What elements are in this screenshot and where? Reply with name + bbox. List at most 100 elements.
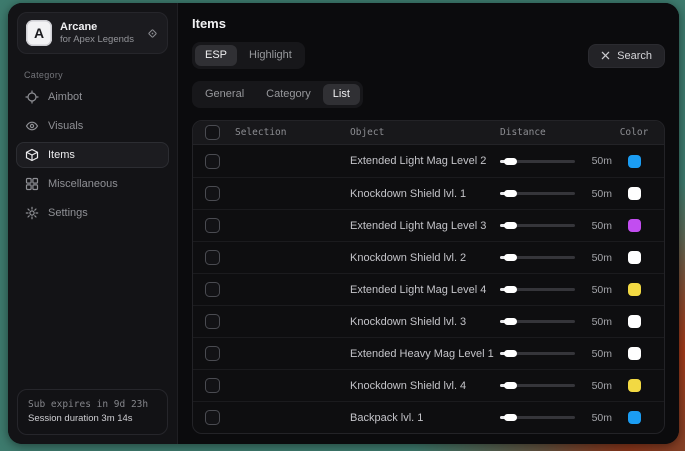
- color-swatch[interactable]: [628, 347, 641, 360]
- distance-cell: 50m: [500, 380, 616, 392]
- distance-slider[interactable]: [500, 384, 575, 387]
- color-swatch[interactable]: [628, 187, 641, 200]
- tab-list[interactable]: List: [323, 84, 360, 105]
- sidebar: A Arcane for Apex Legends Category Aimbo…: [8, 3, 178, 444]
- sidebar-item-miscellaneous[interactable]: Miscellaneous: [16, 171, 169, 197]
- slider-knob[interactable]: [504, 414, 517, 421]
- distance-slider[interactable]: [500, 320, 575, 323]
- sidebar-item-aimbot[interactable]: Aimbot: [16, 84, 169, 110]
- color-swatch[interactable]: [628, 379, 641, 392]
- row-checkbox[interactable]: [205, 378, 220, 393]
- select-all-checkbox[interactable]: [205, 125, 220, 140]
- app-window: A Arcane for Apex Legends Category Aimbo…: [8, 3, 679, 444]
- slider-knob[interactable]: [504, 350, 517, 357]
- sidebar-item-settings[interactable]: Settings: [16, 200, 169, 226]
- distance-cell: 50m: [500, 412, 616, 424]
- sidebar-item-label: Items: [48, 149, 75, 161]
- row-checkbox[interactable]: [205, 346, 220, 361]
- sub-expires-text: Sub expires in 9d 23h: [28, 398, 157, 412]
- search-button[interactable]: Search: [588, 44, 665, 68]
- color-cell: [616, 219, 652, 232]
- color-cell: [616, 187, 652, 200]
- table-row: Extended Light Mag Level 2 50m: [193, 145, 664, 177]
- color-cell: [616, 315, 652, 328]
- object-name: Knockdown Shield lvl. 2: [350, 252, 500, 264]
- sidebar-item-label: Miscellaneous: [48, 178, 118, 190]
- grid-icon: [25, 177, 39, 191]
- sidebar-item-visuals[interactable]: Visuals: [16, 113, 169, 139]
- object-name: Backpack lvl. 1: [350, 412, 500, 424]
- tab-highlight[interactable]: Highlight: [239, 45, 302, 66]
- distance-slider[interactable]: [500, 192, 575, 195]
- object-name: Extended Light Mag Level 4: [350, 284, 500, 296]
- row-checkbox[interactable]: [205, 314, 220, 329]
- row-checkbox[interactable]: [205, 218, 220, 233]
- distance-value: 50m: [584, 188, 612, 200]
- column-header-object: Object: [350, 127, 500, 138]
- app-name: Arcane: [60, 21, 138, 34]
- slider-knob[interactable]: [504, 158, 517, 165]
- color-swatch[interactable]: [628, 283, 641, 296]
- brand-text: Arcane for Apex Legends: [60, 21, 138, 46]
- distance-cell: 50m: [500, 188, 616, 200]
- session-duration-text: Session duration 3m 14s: [28, 412, 157, 426]
- distance-slider[interactable]: [500, 352, 575, 355]
- row-checkbox[interactable]: [205, 410, 220, 425]
- column-header-distance: Distance: [500, 127, 616, 138]
- object-name: Knockdown Shield lvl. 4: [350, 380, 500, 392]
- column-header-selection: Selection: [235, 127, 350, 138]
- slider-knob[interactable]: [504, 190, 517, 197]
- table-row: Extended Heavy Mag Level 150m: [193, 337, 664, 369]
- row-checkbox[interactable]: [205, 250, 220, 265]
- row-checkbox[interactable]: [205, 282, 220, 297]
- slider-knob[interactable]: [504, 286, 517, 293]
- color-cell: [616, 283, 652, 296]
- sidebar-item-items[interactable]: Items: [16, 142, 169, 168]
- eye-icon: [25, 119, 39, 133]
- distance-value: 50m: [584, 412, 612, 424]
- view-tabs: GeneralCategoryList: [192, 81, 363, 108]
- slider-knob[interactable]: [504, 222, 517, 229]
- tab-category[interactable]: Category: [256, 84, 321, 105]
- distance-slider[interactable]: [500, 416, 575, 419]
- distance-cell: 50m: [500, 284, 616, 296]
- sidebar-item-label: Visuals: [48, 120, 83, 132]
- distance-cell: 50m: [500, 252, 616, 264]
- search-button-label: Search: [617, 50, 652, 62]
- app-logo: A: [26, 20, 52, 46]
- subscription-card: Sub expires in 9d 23h Session duration 3…: [17, 389, 168, 435]
- distance-cell: 50m: [500, 316, 616, 328]
- distance-cell: 50m: [500, 348, 616, 360]
- distance-cell: 50m: [500, 220, 616, 232]
- distance-slider[interactable]: [500, 224, 575, 227]
- emblem-icon[interactable]: [146, 27, 159, 40]
- color-swatch[interactable]: [628, 219, 641, 232]
- color-cell: [616, 379, 652, 392]
- brand-card: A Arcane for Apex Legends: [17, 12, 168, 54]
- slider-knob[interactable]: [504, 318, 517, 325]
- distance-value: 50m: [584, 220, 612, 232]
- distance-slider[interactable]: [500, 288, 575, 291]
- toolbar: ESPHighlight Search: [192, 42, 665, 69]
- table-row: Knockdown Shield lvl. 350m: [193, 305, 664, 337]
- object-name: Extended Heavy Mag Level 1: [350, 348, 500, 360]
- color-swatch[interactable]: [628, 155, 641, 168]
- color-cell: [616, 251, 652, 264]
- sidebar-nav: Aimbot Visuals Items Miscellaneous Settings: [8, 84, 177, 226]
- color-swatch[interactable]: [628, 315, 641, 328]
- color-swatch[interactable]: [628, 251, 641, 264]
- distance-slider[interactable]: [500, 256, 575, 259]
- sidebar-item-label: Settings: [48, 207, 88, 219]
- tab-general[interactable]: General: [195, 84, 254, 105]
- box-icon: [25, 148, 39, 162]
- slider-knob[interactable]: [504, 254, 517, 261]
- distance-slider[interactable]: [500, 160, 575, 163]
- color-swatch[interactable]: [628, 411, 641, 424]
- distance-value: 50m: [584, 155, 612, 167]
- slider-knob[interactable]: [504, 382, 517, 389]
- object-name: Extended Light Mag Level 2: [350, 155, 500, 167]
- app-subtitle: for Apex Legends: [60, 34, 138, 46]
- row-checkbox[interactable]: [205, 186, 220, 201]
- row-checkbox[interactable]: [205, 154, 220, 169]
- tab-esp[interactable]: ESP: [195, 45, 237, 66]
